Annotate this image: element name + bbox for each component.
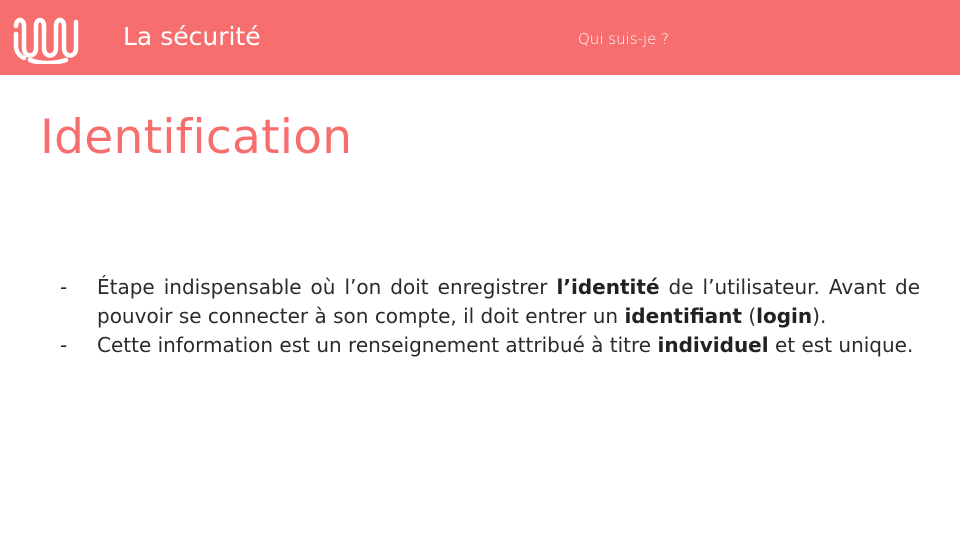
bullet-text: (: [741, 304, 757, 328]
header-title: La sécurité: [123, 22, 261, 51]
bullet-dash: -: [60, 275, 68, 299]
bullet-bold-text: identifiant: [624, 304, 742, 328]
bullet-item: - Étape indispensable où l’on doit enreg…: [60, 273, 920, 331]
bullet-text: Étape indispensable où l’on doit enregis…: [97, 275, 557, 299]
page-title: Identification: [40, 110, 353, 165]
bullet-text: Cette information est un renseignement a…: [97, 333, 658, 357]
bullet-bold-text: l’identité: [556, 275, 660, 299]
bullet-text: et est unique.: [768, 333, 914, 357]
bullet-list: - Étape indispensable où l’on doit enreg…: [60, 273, 920, 360]
bullet-dash: -: [60, 333, 68, 357]
header-bar: La sécurité Qui suis-je ?: [0, 0, 960, 75]
wavy-line-logo-icon: [13, 17, 79, 64]
bullet-item: - Cette information est un renseignement…: [60, 331, 920, 360]
bullet-bold-text: login: [756, 304, 813, 328]
header-subtitle: Qui suis-je ?: [578, 30, 670, 48]
bullet-bold-text: individuel: [657, 333, 769, 357]
bullet-text: ).: [812, 304, 827, 328]
